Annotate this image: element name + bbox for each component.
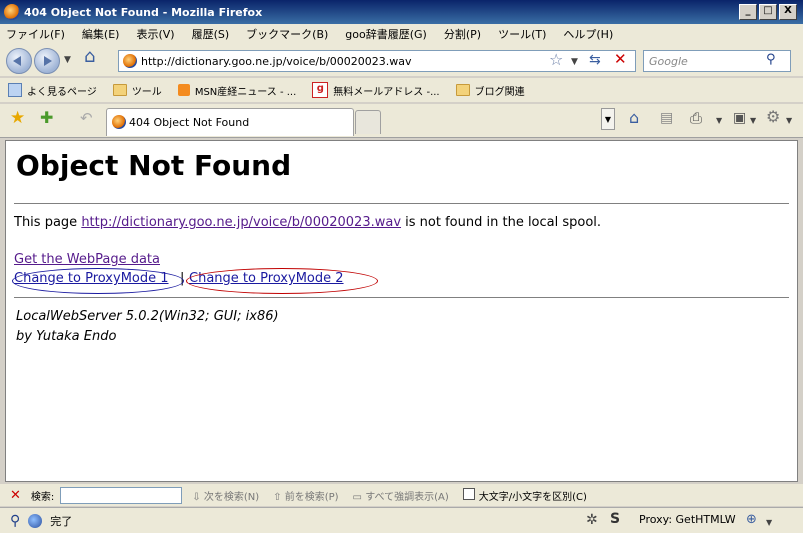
tab-favicon-icon <box>112 115 126 129</box>
annotation-ellipse-red <box>186 268 378 294</box>
proxy-status[interactable]: Proxy: GetHTMLW <box>639 513 736 526</box>
goo-icon: g <box>312 82 329 98</box>
highlight-all-button[interactable]: ▭ すべて強調表示(A) <box>353 488 449 503</box>
find-input[interactable] <box>60 486 183 504</box>
menu-history[interactable]: 履歴(S) <box>192 26 230 42</box>
window-title: 404 Object Not Found - Mozilla Firefox <box>24 5 263 19</box>
close-button[interactable]: X <box>779 4 797 20</box>
annotation-ellipse-blue <box>12 268 184 294</box>
page-content: Object Not Found This page http://dictio… <box>5 140 798 482</box>
url-bar[interactable]: http://dictionary.goo.ne.jp/voice/b/0002… <box>118 50 636 72</box>
maximize-button[interactable]: □ <box>759 4 777 20</box>
get-webpage-data-link[interactable]: Get the WebPage data <box>14 252 160 267</box>
star-icon[interactable]: ★ <box>10 110 25 127</box>
status-bar: ⚲ 完了 ✲ S Proxy: GetHTMLW ⊕ ▼ <box>0 507 803 533</box>
bookmark-free-mail[interactable]: g 無料メールアドレス -... <box>312 82 440 98</box>
search-icon[interactable]: ⚲ <box>10 513 20 529</box>
search-placeholder: Google <box>649 54 688 68</box>
find-label: 検索: <box>30 491 55 503</box>
bookmark-tools-folder[interactable]: ツール <box>112 83 162 98</box>
history-dropdown-icon[interactable]: ▼ <box>64 52 71 68</box>
find-prev-button[interactable]: ⇧ 前を検索(P) <box>273 488 338 503</box>
new-tab-button[interactable] <box>355 110 381 134</box>
divider <box>14 203 789 204</box>
print-icon[interactable]: ⎙ <box>690 110 702 126</box>
requested-url-link[interactable]: http://dictionary.goo.ne.jp/voice/b/0002… <box>81 215 401 230</box>
url-dropdown-icon[interactable]: ▼ <box>571 54 578 70</box>
back-button[interactable] <box>6 48 32 74</box>
author-info: by Yutaka Endo <box>16 329 117 344</box>
home-icon[interactable]: ⌂ <box>629 110 639 126</box>
page-icon[interactable]: ▣ <box>733 110 746 126</box>
tab-title: 404 Object Not Found <box>129 116 250 129</box>
undo-close-icon[interactable]: ↶ <box>80 110 93 126</box>
s-icon[interactable]: S <box>610 511 620 527</box>
site-favicon-icon <box>123 54 137 68</box>
url-text: http://dictionary.goo.ne.jp/voice/b/0002… <box>141 54 412 68</box>
menu-tools[interactable]: ツール(T) <box>498 26 546 42</box>
reload-icon[interactable]: ⇆ <box>589 52 601 68</box>
bookmark-blog-folder[interactable]: ブログ関連 <box>455 83 525 98</box>
divider <box>14 297 789 298</box>
checkbox-icon <box>462 487 475 500</box>
menu-edit[interactable]: 編集(E) <box>82 26 120 42</box>
star-bookmark-icon[interactable]: ☆ <box>549 52 563 68</box>
close-find-icon[interactable]: ✕ <box>10 488 21 503</box>
page-heading: Object Not Found <box>16 149 292 182</box>
search-icon[interactable]: ⚲ <box>766 52 776 68</box>
status-text: 完了 <box>50 514 73 528</box>
bookmarks-bar: よく見るページ ツール MSN産経ニュース - ... g 無料メールアドレス -… <box>0 78 803 102</box>
menu-split[interactable]: 分割(P) <box>444 26 481 42</box>
gear-dropdown-icon[interactable]: ▼ <box>786 113 792 129</box>
add-bookmark-icon[interactable]: ✚ <box>40 110 53 126</box>
bookmark-msn-news[interactable]: MSN産経ニュース - ... <box>177 83 296 98</box>
print-dropdown-icon[interactable]: ▼ <box>716 113 722 129</box>
match-case-checkbox[interactable]: 大文字/小文字を区別(C) <box>462 487 587 503</box>
server-info: LocalWebServer 5.0.2(Win32; GUI; ix86) <box>16 309 279 324</box>
not-found-message: This page http://dictionary.goo.ne.jp/vo… <box>14 215 602 230</box>
tab-list-dropdown[interactable]: ▼ <box>601 108 615 130</box>
folder-icon <box>112 84 127 96</box>
zoom-dropdown-icon[interactable]: ▼ <box>766 515 772 531</box>
stop-icon[interactable]: ✕ <box>614 51 627 67</box>
page-dropdown-icon[interactable]: ▼ <box>750 113 756 129</box>
menu-file[interactable]: ファイル(F) <box>6 26 65 42</box>
gear-icon[interactable]: ⚙ <box>766 109 780 125</box>
most-visited-icon <box>8 83 22 97</box>
home-icon[interactable]: ⌂ <box>84 48 95 66</box>
menu-goo-history[interactable]: goo辞書履歴(G) <box>345 26 427 42</box>
globe-icon <box>28 513 43 528</box>
menu-view[interactable]: 表示(V) <box>136 26 174 42</box>
feed-icon[interactable]: ▤ <box>660 110 673 126</box>
find-bar: ✕ 検索: ⇩ 次を検索(N) ⇧ 前を検索(P) ▭ すべて強調表示(A) 大… <box>0 484 803 506</box>
rss-icon <box>177 84 190 96</box>
menu-bar: ファイル(F) 編集(E) 表示(V) 履歴(S) ブックマーク(B) goo辞… <box>0 24 803 44</box>
title-bar: 404 Object Not Found - Mozilla Firefox _… <box>0 0 803 24</box>
bookmark-most-visited[interactable]: よく見るページ <box>8 83 97 98</box>
find-next-button[interactable]: ⇩ 次を検索(N) <box>192 488 259 503</box>
bug-icon[interactable]: ✲ <box>586 512 598 528</box>
firefox-icon <box>4 4 20 20</box>
forward-button[interactable] <box>34 48 60 74</box>
search-input[interactable]: Google ⚲ <box>643 50 791 72</box>
tab-active[interactable]: 404 Object Not Found <box>106 108 354 136</box>
menu-help[interactable]: ヘルプ(H) <box>563 26 613 42</box>
minimize-button[interactable]: _ <box>739 4 757 20</box>
folder-icon <box>455 84 470 96</box>
menu-bookmarks[interactable]: ブックマーク(B) <box>246 26 328 42</box>
zoom-icon[interactable]: ⊕ <box>746 512 757 528</box>
